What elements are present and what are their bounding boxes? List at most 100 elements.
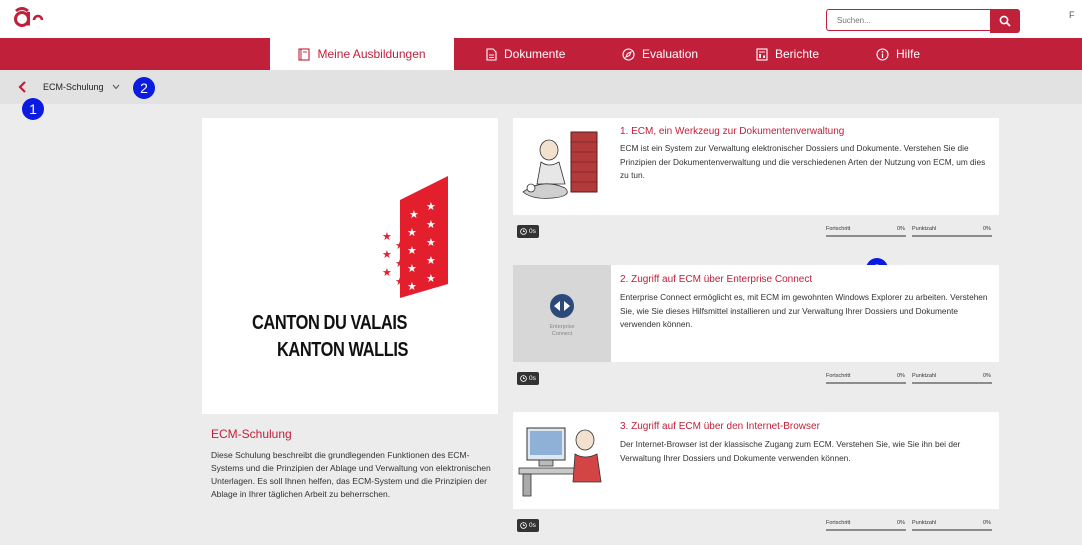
score-label: Punktzahl — [912, 520, 937, 526]
duration-badge: 0s — [517, 519, 539, 532]
score-bar — [912, 235, 992, 237]
svg-text:★: ★ — [409, 208, 419, 221]
svg-text:★: ★ — [407, 280, 417, 293]
enterprise-connect-icon — [550, 294, 574, 318]
course-title[interactable]: 3. Zugriff auf ECM über den Internet-Bro… — [620, 421, 820, 432]
progress-bar — [826, 235, 906, 237]
clock-icon — [520, 375, 527, 382]
nav-item-label: Hilfe — [896, 47, 921, 61]
svg-text:★: ★ — [395, 275, 405, 288]
annotation-badge-1: 1 — [22, 98, 44, 120]
course-description: Enterprise Connect ermöglicht es, mit EC… — [620, 292, 988, 329]
annotation-badge-2: 2 — [133, 77, 155, 99]
duration-value: 0s — [529, 228, 536, 235]
svg-text:★: ★ — [382, 230, 392, 243]
thumbnail-caption-line: Enterprise — [549, 324, 575, 330]
back-button[interactable] — [16, 80, 28, 94]
score-label: Punktzahl — [912, 373, 937, 379]
svg-text:★: ★ — [426, 272, 436, 285]
canton-name-de: KANTON WALLIS — [277, 339, 409, 361]
svg-text:★: ★ — [426, 218, 436, 231]
course-title[interactable]: 1. ECM, ein Werkzeug zur Dokumentenverwa… — [620, 126, 844, 137]
course-card-2[interactable]: Enterprise Connect 2. Zugriff auf ECM üb… — [513, 265, 999, 397]
training-select-value: ECM-Schulung — [43, 82, 104, 92]
course-footer: 0s Fortschritt 0% Punktzahl 0% — [513, 509, 999, 544]
score-label: Punktzahl — [912, 226, 937, 232]
progress-label: Fortschritt — [826, 373, 851, 379]
main-navigation: Meine Ausbildungen Dokumente Evaluation … — [0, 38, 1082, 70]
progress-value: 0% — [897, 520, 905, 526]
training-select[interactable]: ECM-Schulung — [43, 79, 120, 95]
duration-value: 0s — [529, 522, 536, 529]
course-footer: 0s Fortschritt 0% Punktzahl 0% — [513, 215, 999, 250]
svg-text:★: ★ — [407, 262, 417, 275]
progress-label: Fortschritt — [826, 520, 851, 526]
nav-item-label: Berichte — [775, 47, 820, 61]
duration-badge: 0s — [517, 372, 539, 385]
canton-flag-logo: ★ ★ ★ ★ ★ ★ ★ ★ ★ ★ ★ ★ ★ ★ ★ ★ — [382, 176, 448, 298]
nav-item-berichte[interactable]: Berichte — [756, 38, 819, 70]
progress-bar — [826, 382, 906, 384]
chevron-left-icon — [18, 81, 26, 93]
training-image: ★ ★ ★ ★ ★ ★ ★ ★ ★ ★ ★ ★ ★ ★ ★ ★ CANTON D… — [202, 118, 498, 414]
report-icon — [756, 47, 768, 61]
progress-label: Fortschritt — [826, 226, 851, 232]
svg-text:★: ★ — [426, 254, 436, 267]
cartoon-filing-icon — [513, 118, 611, 215]
svg-text:★: ★ — [426, 200, 436, 213]
progress-value: 0% — [897, 226, 905, 232]
language-indicator[interactable]: F — [1069, 10, 1075, 20]
course-description: Der Internet-Browser ist der klassische … — [620, 439, 961, 463]
book-icon — [298, 47, 311, 61]
search-icon — [999, 15, 1011, 27]
svg-text:★: ★ — [395, 257, 405, 270]
nav-item-evaluation[interactable]: Evaluation — [622, 38, 698, 70]
score-bar — [912, 529, 992, 531]
thumbnail-caption: Enterprise Connect — [513, 324, 611, 338]
training-card[interactable]: ★ ★ ★ ★ ★ ★ ★ ★ ★ ★ ★ ★ ★ ★ ★ ★ CANTON D… — [202, 118, 498, 545]
nav-item-label: Dokumente — [504, 47, 566, 61]
score-value: 0% — [983, 373, 991, 379]
nav-item-label: Evaluation — [642, 47, 699, 61]
score-value: 0% — [983, 226, 991, 232]
app-logo[interactable] — [14, 6, 44, 33]
info-icon — [876, 47, 889, 61]
search-box — [826, 9, 1020, 33]
search-button[interactable] — [990, 9, 1020, 33]
course-card-3[interactable]: 3. Zugriff auf ECM über den Internet-Bro… — [513, 412, 999, 544]
svg-text:★: ★ — [426, 236, 436, 249]
course-thumbnail: Enterprise Connect — [513, 265, 611, 362]
nav-item-dokumente[interactable]: Dokumente — [486, 38, 565, 70]
course-description: ECM ist ein System zur Verwaltung elektr… — [620, 143, 986, 180]
svg-text:★: ★ — [407, 226, 417, 239]
course-title[interactable]: 2. Zugriff auf ECM über Enterprise Conne… — [620, 274, 812, 285]
document-icon — [486, 47, 497, 61]
breadcrumb-bar — [0, 70, 1082, 104]
duration-badge: 0s — [517, 225, 539, 238]
svg-text:★: ★ — [395, 239, 405, 252]
nav-item-meine-ausbildungen[interactable]: Meine Ausbildungen — [270, 38, 454, 70]
nav-item-label: Meine Ausbildungen — [317, 47, 426, 61]
clock-icon — [520, 228, 527, 235]
duration-value: 0s — [529, 375, 536, 382]
nav-item-hilfe[interactable]: Hilfe — [876, 38, 920, 70]
score-bar — [912, 382, 992, 384]
cartoon-computer-icon — [513, 412, 611, 509]
clock-icon — [520, 522, 527, 529]
compass-icon — [622, 47, 635, 61]
thumbnail-caption-line: Connect — [551, 331, 573, 337]
top-bar: F — [0, 0, 1082, 38]
course-card-1[interactable]: 1. ECM, ein Werkzeug zur Dokumentenverwa… — [513, 118, 999, 250]
svg-text:★: ★ — [407, 244, 417, 257]
svg-text:★: ★ — [382, 266, 392, 279]
logo-icon — [14, 7, 44, 27]
training-description: Diese Schulung beschreibt die grundlegen… — [211, 450, 491, 499]
chevron-down-icon — [112, 84, 119, 90]
training-title: ECM-Schulung — [211, 427, 292, 441]
progress-bar — [826, 529, 906, 531]
course-thumbnail — [513, 412, 611, 509]
training-description-panel: ECM-Schulung Diese Schulung beschreibt d… — [202, 414, 498, 545]
canton-name-fr: CANTON DU VALAIS — [252, 312, 408, 334]
search-input[interactable] — [826, 9, 990, 31]
course-footer: 0s Fortschritt 0% Punktzahl 0% — [513, 362, 999, 397]
